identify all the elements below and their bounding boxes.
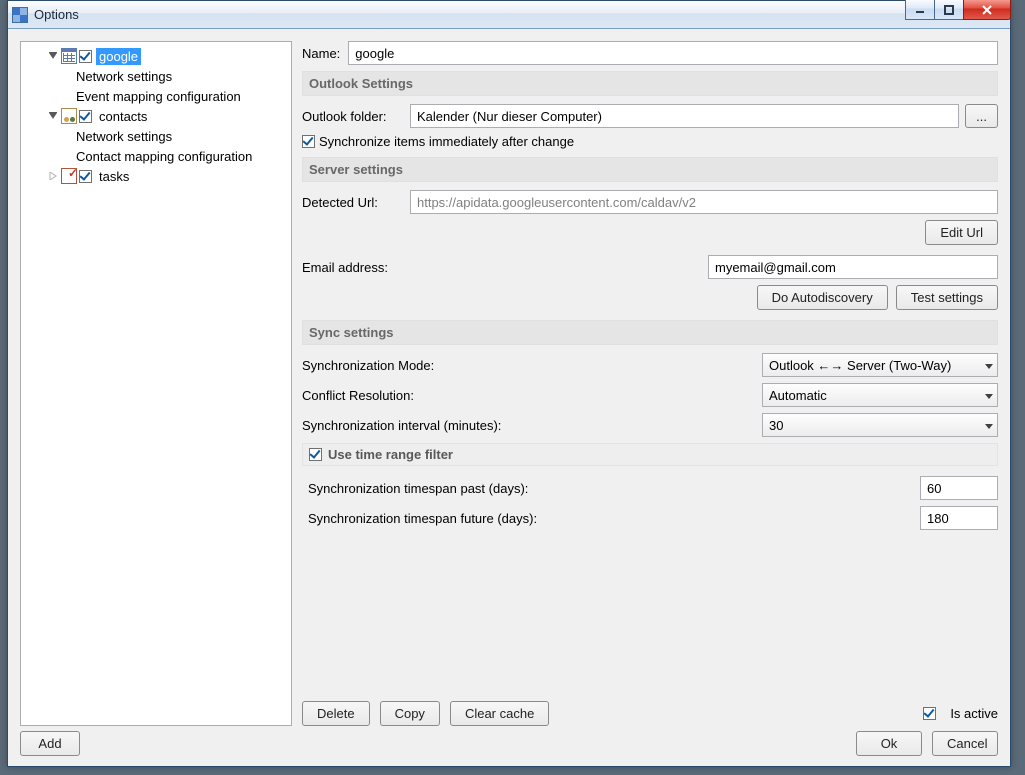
minimize-button[interactable] xyxy=(905,0,935,20)
cancel-button[interactable]: Cancel xyxy=(932,731,998,756)
sync-mode-select[interactable]: Outlook ←→ Server (Two-Way) xyxy=(762,353,998,377)
sync-immediate-checkbox[interactable] xyxy=(302,135,315,148)
sync-mode-value: Outlook ←→ Server (Two-Way) xyxy=(769,358,951,373)
interval-value: 30 xyxy=(769,418,783,433)
future-input[interactable] xyxy=(920,506,998,530)
close-button[interactable] xyxy=(963,0,1011,20)
autodiscovery-button[interactable]: Do Autodiscovery xyxy=(757,285,888,310)
section-sync: Sync settings xyxy=(302,320,998,345)
chevron-down-icon xyxy=(985,418,993,433)
settings-panel: Name: Outlook Settings Outlook folder: .… xyxy=(302,41,998,726)
checkbox[interactable] xyxy=(79,170,92,183)
time-range-checkbox[interactable] xyxy=(309,448,322,461)
conflict-select[interactable]: Automatic xyxy=(762,383,998,407)
time-range-label: Use time range filter xyxy=(328,447,453,462)
conflict-value: Automatic xyxy=(769,388,827,403)
checkbox[interactable] xyxy=(79,50,92,63)
past-label: Synchronization timespan past (days): xyxy=(308,481,912,496)
outlook-folder-label: Outlook folder: xyxy=(302,109,402,124)
tree-label: tasks xyxy=(96,168,132,185)
profile-tree[interactable]: google Network settings Event mapping co… xyxy=(20,41,292,726)
section-server: Server settings xyxy=(302,157,998,182)
chevron-down-icon xyxy=(985,388,993,403)
chevron-down-icon[interactable] xyxy=(48,51,58,61)
sync-immediate-label: Synchronize items immediately after chan… xyxy=(319,134,574,149)
name-input[interactable] xyxy=(348,41,998,65)
maximize-icon xyxy=(944,5,954,15)
tree-item-event-mapping[interactable]: Event mapping configuration xyxy=(23,86,289,106)
maximize-button[interactable] xyxy=(934,0,964,20)
options-window: Options google xyxy=(7,0,1011,767)
future-label: Synchronization timespan future (days): xyxy=(308,511,912,526)
email-label: Email address: xyxy=(302,260,402,275)
is-active-checkbox[interactable] xyxy=(923,707,936,720)
add-button[interactable]: Add xyxy=(20,731,80,756)
time-range-header: Use time range filter xyxy=(302,443,998,466)
window-controls xyxy=(906,0,1011,20)
tree-item-google[interactable]: google xyxy=(23,46,289,66)
calendar-icon xyxy=(61,48,77,64)
clear-cache-button[interactable]: Clear cache xyxy=(450,701,549,726)
tree-label: Event mapping configuration xyxy=(73,88,244,105)
tree-label: contacts xyxy=(96,108,150,125)
tree-item-tasks[interactable]: tasks xyxy=(23,166,289,186)
tasks-icon xyxy=(61,168,77,184)
close-icon xyxy=(981,5,993,15)
sync-mode-label: Synchronization Mode: xyxy=(302,358,754,373)
tree-label: Network settings xyxy=(73,68,175,85)
browse-folder-button[interactable]: ... xyxy=(965,104,998,128)
client-area: google Network settings Event mapping co… xyxy=(8,29,1010,766)
chevron-down-icon xyxy=(985,358,993,373)
is-active-label: Is active xyxy=(950,706,998,721)
test-settings-button[interactable]: Test settings xyxy=(896,285,998,310)
section-outlook: Outlook Settings xyxy=(302,71,998,96)
past-input[interactable] xyxy=(920,476,998,500)
tree-label: Contact mapping configuration xyxy=(73,148,255,165)
tree-label: google xyxy=(96,48,141,65)
tree-item-network-2[interactable]: Network settings xyxy=(23,126,289,146)
interval-select[interactable]: 30 xyxy=(762,413,998,437)
tree-item-contacts[interactable]: contacts xyxy=(23,106,289,126)
chevron-right-icon[interactable] xyxy=(48,171,58,181)
edit-url-button[interactable]: Edit Url xyxy=(925,220,998,245)
detected-url-input xyxy=(410,190,998,214)
tree-item-network[interactable]: Network settings xyxy=(23,66,289,86)
checkbox[interactable] xyxy=(79,110,92,123)
outlook-folder-input[interactable] xyxy=(410,104,959,128)
tree-label: Network settings xyxy=(73,128,175,145)
name-label: Name: xyxy=(302,46,340,61)
contacts-icon xyxy=(61,108,77,124)
app-icon xyxy=(12,7,28,23)
ok-button[interactable]: Ok xyxy=(856,731,922,756)
interval-label: Synchronization interval (minutes): xyxy=(302,418,754,433)
tree-item-contact-mapping[interactable]: Contact mapping configuration xyxy=(23,146,289,166)
email-input[interactable] xyxy=(708,255,998,279)
conflict-label: Conflict Resolution: xyxy=(302,388,754,403)
detected-url-label: Detected Url: xyxy=(302,195,402,210)
copy-button[interactable]: Copy xyxy=(380,701,440,726)
minimize-icon xyxy=(915,5,925,15)
window-title: Options xyxy=(34,7,79,22)
chevron-down-icon[interactable] xyxy=(48,111,58,121)
delete-button[interactable]: Delete xyxy=(302,701,370,726)
titlebar[interactable]: Options xyxy=(8,1,1010,29)
